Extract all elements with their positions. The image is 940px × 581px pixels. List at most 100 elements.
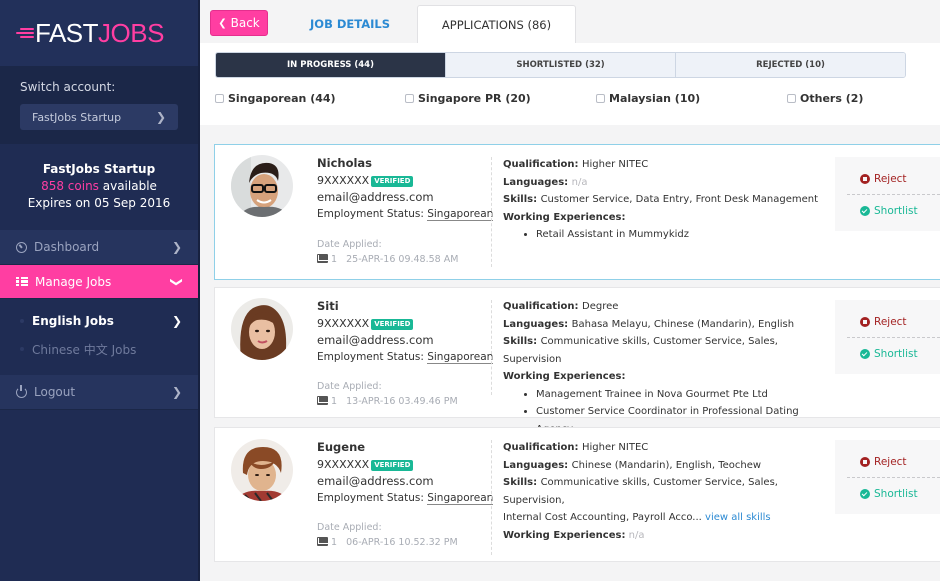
employment-status-value[interactable]: Singaporean	[427, 351, 494, 364]
sidebar-item-manage-jobs[interactable]: Manage Jobs ❯	[0, 265, 198, 299]
qualification-value: Degree	[582, 301, 619, 312]
employment-status: Employment Status: Singaporean	[317, 208, 494, 221]
dashboard-icon	[16, 241, 27, 253]
applicant-card[interactable]: Eugene 9XXXXXX VERIFIED email@address.com…	[214, 427, 940, 562]
power-icon	[16, 384, 27, 398]
filter-panel: IN PROGRESS (44) SHORTLISTED (32) REJECT…	[200, 43, 940, 125]
segment-shortlisted[interactable]: SHORTLISTED (32)	[446, 53, 676, 77]
tab-applications[interactable]: APPLICATIONS (86)	[417, 5, 576, 43]
switch-account-label: Switch account:	[20, 80, 116, 94]
applicant-name: Eugene	[317, 440, 366, 454]
applicant-phone: 9XXXXXX	[317, 458, 370, 471]
sidebar-item-logout[interactable]: Logout ❯	[0, 375, 198, 410]
employment-status-value[interactable]: Singaporean	[427, 208, 494, 221]
check-circle-icon	[860, 349, 870, 359]
filter-malaysian[interactable]: Malaysian (10)	[596, 92, 700, 105]
qualification-value: Higher NITEC	[582, 159, 649, 170]
segment-in-progress[interactable]: IN PROGRESS (44)	[216, 53, 446, 77]
switch-account: Switch account: FastJobs Startup ❯	[0, 66, 198, 144]
avatar	[231, 439, 293, 501]
list-icon	[16, 276, 28, 287]
message-icon[interactable]	[317, 254, 328, 263]
languages-value: Bahasa Melayu, Chinese (Mandarin), Engli…	[571, 318, 795, 330]
applicant-info: Eugene 9XXXXXX VERIFIED email@address.com…	[317, 439, 494, 507]
manage-jobs-submenu: English Jobs ❯ Chinese 中文 Jobs	[0, 299, 198, 375]
skills-value-continued: Internal Cost Accounting, Payroll Acco..…	[503, 512, 702, 523]
shortlist-button[interactable]: Shortlist	[860, 348, 918, 360]
main-content: ❮ Back JOB DETAILS APPLICATIONS (86) IN …	[200, 0, 940, 581]
sidebar-item-dashboard[interactable]: Dashboard ❯	[0, 230, 198, 265]
reject-icon	[860, 317, 870, 327]
message-count: 1	[331, 396, 338, 407]
languages-value: Chinese (Mandarin), English, Teochew	[571, 459, 762, 471]
qualification-value: Higher NITEC	[582, 442, 649, 453]
segment-rejected[interactable]: REJECTED (10)	[676, 53, 905, 77]
check-circle-icon	[860, 206, 870, 216]
shortlist-button[interactable]: Shortlist	[860, 488, 918, 500]
divider	[847, 477, 940, 478]
divider	[847, 194, 940, 195]
message-count: 1	[331, 254, 338, 265]
shortlist-button[interactable]: Shortlist	[860, 205, 918, 217]
employment-status-value[interactable]: Singaporean	[427, 492, 494, 505]
verified-badge: VERIFIED	[371, 460, 414, 471]
applicant-details: Qualification: Higher NITEC Languages: n…	[503, 156, 833, 244]
action-panel: Reject Shortlist	[835, 157, 940, 231]
reject-button[interactable]: Reject	[860, 173, 907, 185]
chevron-right-icon: ❯	[171, 314, 182, 328]
applicant-card[interactable]: Siti 9XXXXXX VERIFIED email@address.com E…	[214, 287, 940, 435]
reject-button[interactable]: Reject	[860, 316, 907, 328]
applicant-details: Qualification: Degree Languages: Bahasa …	[503, 298, 833, 438]
account-name: FastJobs Startup	[42, 162, 156, 176]
applicant-card[interactable]: Nicholas 9XXXXXX VERIFIED email@address.c…	[214, 144, 940, 280]
chevron-right-icon: ❯	[155, 110, 166, 124]
back-button[interactable]: ❮ Back	[210, 10, 268, 36]
date-applied-value: 13-APR-16 03.49.46 PM	[346, 396, 458, 407]
message-icon[interactable]	[317, 396, 328, 405]
applicant-info: Nicholas 9XXXXXX VERIFIED email@address.c…	[317, 155, 494, 223]
top-bar: ❮ Back JOB DETAILS APPLICATIONS (86)	[200, 0, 940, 43]
status-segmented-control: IN PROGRESS (44) SHORTLISTED (32) REJECT…	[215, 52, 906, 78]
chevron-right-icon: ❯	[171, 385, 182, 399]
fastjobs-logo[interactable]: FASTJOBS	[0, 0, 198, 66]
nationality-filters: Singaporean (44) Singapore PR (20) Malay…	[215, 92, 935, 108]
verified-badge: VERIFIED	[371, 319, 414, 330]
date-applied-value: 06-APR-16 10.52.32 PM	[346, 537, 458, 548]
action-panel: Reject Shortlist	[835, 300, 940, 374]
applicant-name: Siti	[317, 299, 339, 313]
applicant-phone: 9XXXXXX	[317, 174, 370, 187]
applicant-phone: 9XXXXXX	[317, 317, 370, 330]
skills-value: Customer Service, Data Entry, Front Desk…	[540, 194, 819, 205]
experience-item: Management Trainee in Nova Gourmet Pte L…	[536, 386, 833, 404]
message-icon[interactable]	[317, 537, 328, 546]
bullet-icon	[20, 347, 24, 351]
applicant-email: email@address.com	[317, 333, 434, 347]
filter-others[interactable]: Others (2)	[787, 92, 863, 105]
avatar	[231, 298, 293, 360]
filter-singapore-pr[interactable]: Singapore PR (20)	[405, 92, 531, 105]
sidebar-item-chinese-jobs[interactable]: Chinese 中文 Jobs	[0, 335, 198, 363]
switch-account-select[interactable]: FastJobs Startup ❯	[20, 104, 178, 130]
view-all-skills-link[interactable]: view all skills	[705, 512, 771, 523]
reject-button[interactable]: Reject	[860, 456, 907, 468]
checkbox[interactable]	[596, 94, 605, 103]
date-applied: Date Applied: 1 13-APR-16 03.49.46 PM	[317, 381, 458, 407]
sidebar-item-english-jobs[interactable]: English Jobs ❯	[0, 307, 198, 335]
filter-singaporean[interactable]: Singaporean (44)	[215, 92, 336, 105]
checkbox[interactable]	[787, 94, 796, 103]
applicant-info: Siti 9XXXXXX VERIFIED email@address.com E…	[317, 298, 494, 366]
date-applied: Date Applied: 1 25-APR-16 09.48.58 AM	[317, 239, 459, 265]
bullet-icon	[20, 319, 24, 323]
tab-job-details[interactable]: JOB DETAILS	[290, 5, 410, 43]
check-circle-icon	[860, 489, 870, 499]
avatar	[231, 155, 293, 217]
date-applied: Date Applied: 1 06-APR-16 10.52.32 PM	[317, 522, 458, 548]
verified-badge: VERIFIED	[371, 176, 414, 187]
speed-lines-icon	[16, 27, 34, 39]
checkbox[interactable]	[215, 94, 224, 103]
reject-icon	[860, 174, 870, 184]
applicant-email: email@address.com	[317, 190, 434, 204]
checkbox[interactable]	[405, 94, 414, 103]
applicant-name: Nicholas	[317, 156, 373, 170]
skills-value: Communicative skills, Customer Service, …	[503, 477, 778, 506]
